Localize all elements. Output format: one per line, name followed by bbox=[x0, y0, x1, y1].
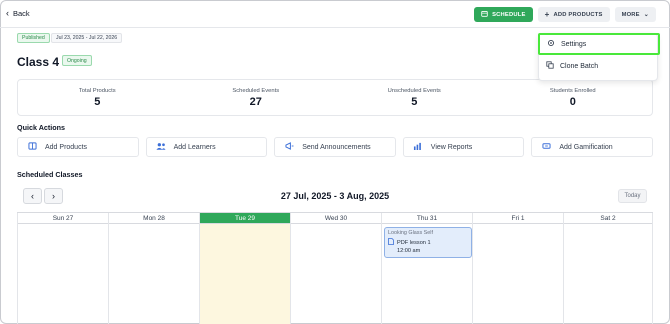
ticket-icon bbox=[541, 142, 551, 152]
day-header-today: Tue 29 bbox=[200, 213, 290, 224]
day-column-mon[interactable]: Mon 28 bbox=[108, 213, 199, 324]
add-gamification-action[interactable]: Add Gamification bbox=[531, 137, 653, 157]
quick-actions-title: Quick Actions bbox=[17, 123, 66, 132]
stat-scheduled-events: Scheduled Events 27 bbox=[177, 80, 336, 115]
stat-value: 5 bbox=[94, 95, 101, 108]
bar-chart-icon bbox=[413, 142, 423, 152]
action-label: Send Announcements bbox=[302, 143, 371, 151]
add-learners-action[interactable]: Add Learners bbox=[145, 137, 268, 157]
stat-unscheduled-events: Unscheduled Events 5 bbox=[335, 80, 494, 115]
add-products-label: ADD PRODUCTS bbox=[553, 11, 603, 18]
day-header: Sun 27 bbox=[18, 213, 108, 224]
calendar-icon bbox=[481, 10, 488, 19]
event-time: 12:00 am bbox=[397, 248, 421, 254]
calendar-event[interactable]: Looking Glass Self PDF lesson 1 12:00 am bbox=[384, 227, 472, 258]
stat-label: Unscheduled Events bbox=[387, 87, 441, 94]
stat-label: Scheduled Events bbox=[232, 87, 280, 94]
calendar-range: 27 Jul, 2025 - 3 Aug, 2025 bbox=[280, 191, 390, 201]
stat-value: 0 bbox=[569, 95, 576, 108]
day-column-sat[interactable]: Sat 2 bbox=[563, 213, 653, 324]
send-announcements-action[interactable]: Send Announcements bbox=[274, 137, 396, 157]
status-badge: Published bbox=[17, 33, 50, 43]
stat-value: 5 bbox=[411, 95, 418, 108]
stat-label: Students Enrolled bbox=[549, 87, 596, 94]
scheduled-classes-title: Scheduled Classes bbox=[17, 170, 83, 179]
day-column-fri[interactable]: Fri 1 bbox=[472, 213, 563, 324]
stat-value: 27 bbox=[249, 95, 262, 108]
day-column-wed[interactable]: Wed 30 bbox=[290, 213, 381, 324]
schedule-button[interactable]: SCHEDULE bbox=[474, 7, 533, 22]
back-label: Back bbox=[13, 9, 30, 18]
week-calendar: Sun 27 Mon 28 Tue 29 Wed 30 Thu 31 Looki… bbox=[17, 212, 653, 324]
megaphone-icon bbox=[284, 142, 294, 152]
add-products-button[interactable]: + ADD PRODUCTS bbox=[537, 7, 610, 22]
stat-label: Total Products bbox=[78, 87, 116, 94]
chevron-left-icon: ‹ bbox=[6, 8, 9, 18]
view-reports-action[interactable]: View Reports bbox=[402, 137, 525, 157]
stat-students-enrolled: Students Enrolled 0 bbox=[494, 80, 653, 115]
action-label: Add Products bbox=[45, 143, 88, 151]
day-column-thu[interactable]: Thu 31 Looking Glass Self PDF lesson 1 1… bbox=[381, 213, 472, 324]
event-name: PDF lesson 1 bbox=[397, 239, 431, 246]
event-row: PDF lesson 1 bbox=[388, 238, 468, 247]
event-group: Looking Glass Self bbox=[388, 230, 433, 236]
add-products-action[interactable]: Add Products bbox=[17, 137, 139, 157]
day-header: Wed 30 bbox=[291, 213, 381, 224]
day-header: Sat 2 bbox=[564, 213, 652, 224]
back-button[interactable]: ‹ Back bbox=[6, 8, 30, 19]
chevron-down-icon: ⌄ bbox=[643, 12, 649, 18]
more-label: MORE bbox=[621, 11, 640, 18]
more-dropdown-menu: Settings Clone Batch bbox=[538, 33, 660, 81]
ongoing-badge: Ongoing bbox=[62, 55, 92, 66]
menu-item-label: Clone Batch bbox=[560, 62, 599, 70]
day-column-sun[interactable]: Sun 27 bbox=[17, 213, 108, 324]
document-icon bbox=[388, 238, 394, 247]
day-header: Mon 28 bbox=[109, 213, 199, 224]
schedule-label: SCHEDULE bbox=[492, 11, 526, 18]
action-label: Add Learners bbox=[173, 143, 216, 151]
gear-icon bbox=[547, 39, 555, 49]
page-title: Class 4 bbox=[17, 55, 60, 69]
action-label: Add Gamification bbox=[559, 143, 613, 151]
plus-icon: + bbox=[544, 10, 550, 19]
header-divider bbox=[0, 27, 670, 28]
copy-icon bbox=[546, 61, 554, 71]
today-button[interactable]: Today bbox=[618, 189, 647, 203]
quick-actions-row: Add Products Add Learners Send Announcem… bbox=[17, 137, 653, 157]
day-header: Thu 31 bbox=[382, 213, 472, 224]
users-icon bbox=[156, 142, 166, 152]
day-header: Fri 1 bbox=[473, 213, 563, 224]
date-range-badge: Jul 23, 2025 - Jul 22, 2026 bbox=[51, 33, 123, 43]
menu-item-settings[interactable]: Settings bbox=[538, 33, 660, 55]
action-label: View Reports bbox=[430, 143, 473, 151]
top-actions: SCHEDULE + ADD PRODUCTS MORE ⌄ bbox=[474, 7, 656, 22]
day-column-tue[interactable]: Tue 29 bbox=[199, 213, 290, 324]
menu-item-clone-batch[interactable]: Clone Batch bbox=[539, 56, 659, 76]
stat-total-products: Total Products 5 bbox=[18, 80, 177, 115]
book-icon bbox=[27, 142, 37, 152]
stats-panel: Total Products 5 Scheduled Events 27 Uns… bbox=[17, 79, 653, 116]
menu-item-label: Settings bbox=[561, 40, 587, 48]
more-button[interactable]: MORE ⌄ bbox=[614, 7, 656, 22]
today-highlight bbox=[200, 224, 290, 324]
